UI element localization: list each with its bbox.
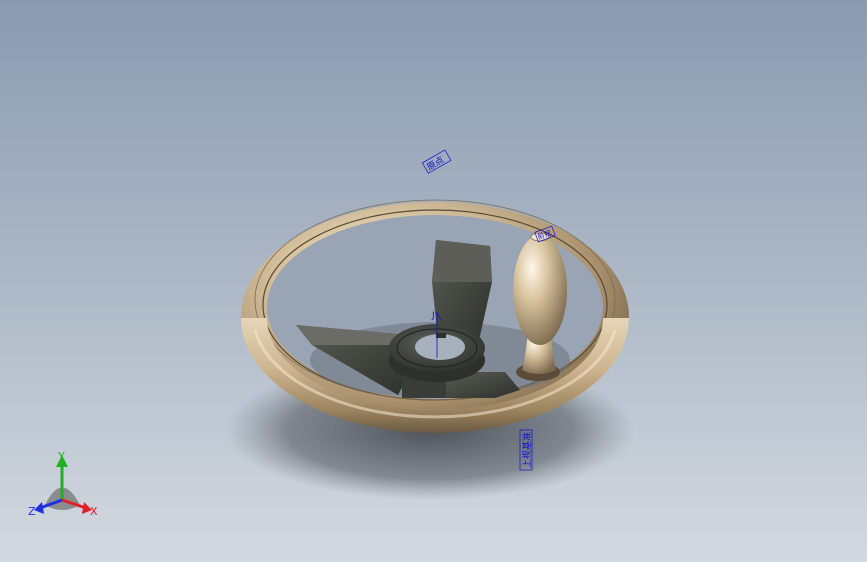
keyway <box>436 333 446 338</box>
graphics-viewport[interactable]: 原点 J 前视 上视基准 Y X Z <box>0 0 867 562</box>
top-annotation: 原点 <box>421 149 452 174</box>
bottom-annotation-text[interactable]: 上视基准 <box>521 432 533 468</box>
z-axis-label: Z <box>28 505 36 518</box>
x-axis-label: X <box>90 505 98 518</box>
y-axis-label: Y <box>57 450 65 463</box>
hub-marker-text[interactable]: J <box>431 311 435 321</box>
model-canvas[interactable]: 原点 J 前视 上视基准 Y X Z <box>0 0 867 562</box>
orientation-triad[interactable]: Y X Z <box>28 450 98 518</box>
top-annotation-text[interactable]: 原点 <box>425 155 446 174</box>
